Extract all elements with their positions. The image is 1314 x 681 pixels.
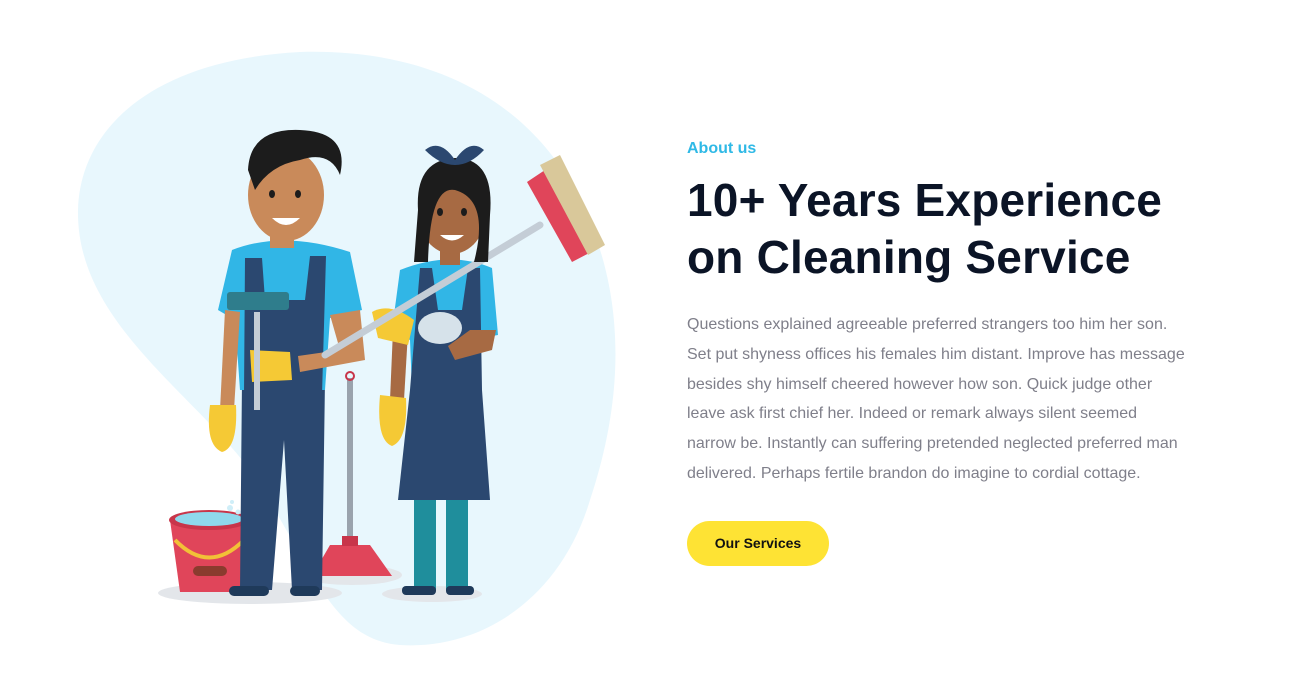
description-line: Questions explained agreeable preferred … <box>687 316 1168 333</box>
description-line: leave ask first chief her. Indeed or rem… <box>687 405 1137 423</box>
headline-line: on Cleaning Service <box>687 231 1131 283</box>
section-description: Questions explained agreeable preferred … <box>687 310 1192 489</box>
description-line: delivered. Perhaps fertile brandon do im… <box>687 464 1141 482</box>
our-services-button[interactable]: Our Services <box>687 520 829 566</box>
description-line: besides shy himself cheered however how … <box>687 375 1153 393</box>
about-section: About us 10+ Years Experience on Cleanin… <box>687 140 1207 566</box>
description-line: Set put shyness offices his females him … <box>687 345 1185 363</box>
bucket-icon <box>169 500 249 592</box>
description-line: narrow be. Instantly can suffering prete… <box>687 435 1178 453</box>
section-headline: 10+ Years Experience on Cleaning Service <box>687 172 1207 286</box>
section-eyebrow: About us <box>687 140 757 157</box>
cleaners-illustration <box>60 30 640 670</box>
headline-line: 10+ Years Experience <box>687 174 1163 226</box>
